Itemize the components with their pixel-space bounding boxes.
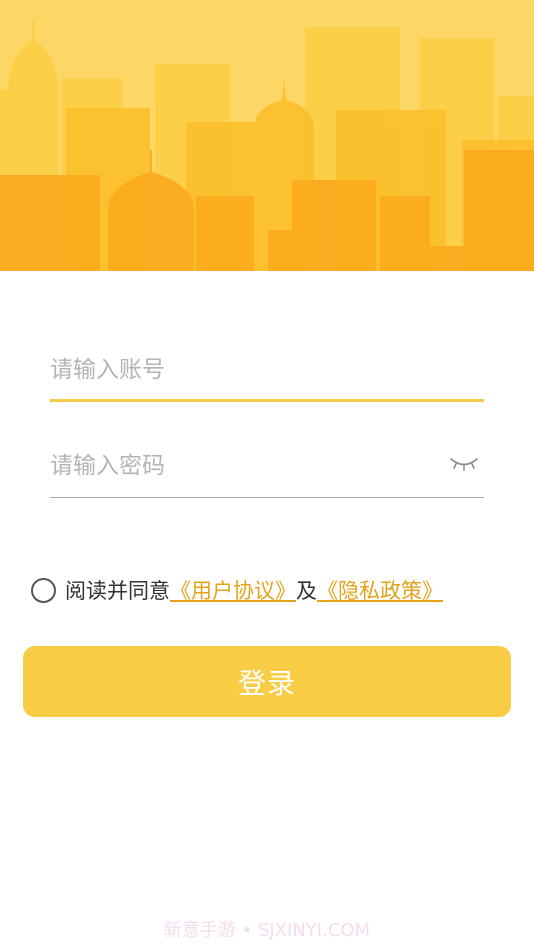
account-field — [50, 342, 484, 402]
account-input[interactable] — [50, 342, 430, 398]
privacy-policy-link[interactable]: 《隐私政策》 — [317, 575, 443, 605]
city-skyline-banner — [0, 0, 534, 271]
watermark-text: 新意手游 • SJXINYI.COM — [163, 920, 371, 941]
agreement-row: 阅读并同意 《用户协议》 及 《隐私政策》 — [31, 570, 443, 610]
login-button[interactable]: 登录 — [23, 646, 511, 717]
user-agreement-link[interactable]: 《用户协议》 — [170, 575, 296, 605]
password-input[interactable] — [50, 438, 430, 494]
password-underline — [50, 497, 484, 498]
agreement-and: 及 — [296, 579, 317, 603]
agreement-prefix: 阅读并同意 — [65, 579, 170, 603]
eye-closed-icon[interactable] — [448, 452, 480, 474]
city-skyline-illustration — [0, 0, 534, 271]
account-underline — [50, 399, 484, 402]
password-field — [50, 438, 484, 498]
agreement-checkbox[interactable] — [31, 577, 56, 603]
